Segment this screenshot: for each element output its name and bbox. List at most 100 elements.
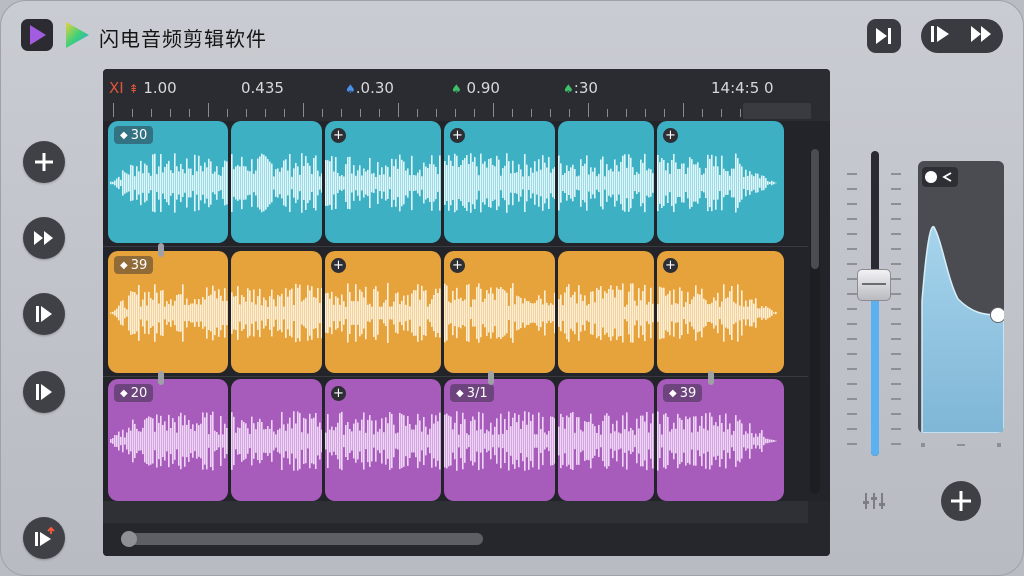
vertical-scrollbar[interactable]: [810, 149, 820, 494]
horizontal-scrollbar[interactable]: [121, 531, 483, 547]
fader-scale-mark: [847, 173, 857, 175]
fader-scale-mark: [891, 188, 901, 190]
audio-clip[interactable]: ◆ 3/1: [444, 379, 555, 501]
ruler-tick: [550, 109, 551, 117]
audio-clip[interactable]: ◆ 39: [657, 379, 784, 501]
record-play-button[interactable]: [23, 517, 65, 559]
audio-clip[interactable]: ◆ 30: [108, 121, 228, 243]
volume-fader-handle[interactable]: [857, 269, 891, 301]
waveform: [558, 153, 654, 213]
audio-clip[interactable]: [558, 379, 654, 501]
ruler-tick: [474, 109, 475, 117]
diamond-icon: ◆: [456, 387, 464, 399]
skip-to-end-icon: [876, 28, 891, 44]
play-pause-button[interactable]: [930, 25, 952, 47]
plus-icon[interactable]: +: [331, 386, 346, 401]
audio-clip[interactable]: +: [325, 121, 441, 243]
clip-connector[interactable]: [708, 371, 714, 385]
add-effect-button[interactable]: [941, 481, 981, 521]
fast-forward-side-button[interactable]: [23, 217, 65, 259]
plus-icon[interactable]: +: [331, 258, 346, 273]
fader-scale-mark: [891, 233, 901, 235]
ruler-tick: [208, 103, 209, 117]
diamond-icon: ◆: [120, 129, 128, 141]
add-track-button[interactable]: [23, 141, 65, 183]
clip-badge-text: 39: [679, 385, 697, 401]
audio-clip[interactable]: +: [444, 121, 555, 243]
ruler-label-1: XI ⇞ 1.00: [109, 79, 177, 97]
bottom-strip: [103, 501, 808, 523]
app-title: 闪电音频剪辑软件: [99, 27, 267, 51]
plus-icon[interactable]: +: [450, 128, 465, 143]
fader-scale-mark: [847, 263, 857, 265]
plus-icon[interactable]: +: [663, 258, 678, 273]
ruler-tick: [379, 109, 380, 117]
ruler-tick: [189, 109, 190, 117]
audio-clip[interactable]: [231, 379, 322, 501]
audio-clip[interactable]: [558, 121, 654, 243]
plus-icon[interactable]: +: [663, 128, 678, 143]
envelope-curve: [921, 226, 1004, 433]
audio-clip[interactable]: ◆ 20: [108, 379, 228, 501]
ruler-tick: [683, 103, 684, 117]
fast-forward-button[interactable]: [970, 25, 994, 47]
ruler-tick: [493, 103, 494, 117]
track-area[interactable]: ◆ 30 + + + ◆ 39 + + + ◆ 20 + ◆ 3/1 ◆ 39: [103, 121, 830, 505]
mixer-icon[interactable]: [863, 491, 885, 511]
ruler-tick: [569, 109, 570, 117]
play-logo-icon: [21, 19, 53, 51]
envelope-handle[interactable]: [990, 307, 1004, 323]
audio-clip[interactable]: [231, 121, 322, 243]
audio-clip[interactable]: [231, 251, 322, 373]
fader-scale-mark: [891, 203, 901, 205]
fader-scale-mark: [847, 443, 857, 445]
fader-scale-mark: [847, 353, 857, 355]
ruler-tick: [360, 109, 361, 117]
ruler-label-4: ♠ 0.90: [451, 79, 500, 97]
play-pause-side-button[interactable]: [23, 293, 65, 335]
vertical-scroll-thumb[interactable]: [811, 149, 819, 269]
clip-badge: ◆ 30: [114, 126, 154, 144]
audio-clip[interactable]: [558, 251, 654, 373]
ruler-tick: [284, 109, 285, 117]
fader-scale-mark: [847, 398, 857, 400]
plus-icon[interactable]: +: [331, 128, 346, 143]
fader-scale-mark: [891, 398, 901, 400]
volume-fader-track[interactable]: [871, 151, 879, 456]
fader-scale-mark: [847, 338, 857, 340]
clip-connector[interactable]: [488, 371, 494, 385]
clip-badge: ◆ 20: [114, 384, 154, 402]
timeline-panel: XI ⇞ 1.00 0.435 ♠.0.30 ♠ 0.90 ♠:30 14:4:…: [103, 69, 830, 556]
audio-clip[interactable]: ◆ 39: [108, 251, 228, 373]
volume-fader-fill: [871, 288, 879, 456]
skip-to-end-button[interactable]: [867, 19, 901, 53]
audio-clip[interactable]: +: [444, 251, 555, 373]
audio-clip[interactable]: +: [657, 121, 784, 243]
clip-connector[interactable]: [158, 371, 164, 385]
ruler-tick: [303, 103, 304, 117]
clip-badge: ◆ 3/1: [450, 384, 494, 402]
fader-scale-mark: [891, 353, 901, 355]
fast-forward-icon: [34, 231, 53, 245]
ruler-tick: [702, 109, 703, 117]
plus-icon[interactable]: +: [450, 258, 465, 273]
ruler-tick: [607, 109, 608, 117]
diamond-icon: ◆: [669, 387, 677, 399]
transport-pill: [921, 19, 1003, 53]
time-ruler[interactable]: XI ⇞ 1.00 0.435 ♠.0.30 ♠ 0.90 ♠:30 14:4:…: [103, 69, 830, 121]
fader-scale-mark: [847, 278, 857, 280]
ruler-label-6: 14:4:5 0: [711, 79, 774, 97]
ruler-tick: [151, 109, 152, 117]
horizontal-scroll-thumb[interactable]: [121, 531, 137, 547]
audio-clip[interactable]: +: [325, 251, 441, 373]
ruler-tick: [436, 109, 437, 117]
envelope-panel[interactable]: [918, 161, 1004, 433]
play-pause-side-button-2[interactable]: [23, 371, 65, 413]
clip-connector[interactable]: [158, 243, 164, 257]
fader-scale-mark: [891, 368, 901, 370]
audio-clip[interactable]: +: [325, 379, 441, 501]
fader-scale-mark: [891, 293, 901, 295]
waveform: [231, 411, 322, 471]
audio-clip[interactable]: +: [657, 251, 784, 373]
ruler-tick: [455, 109, 456, 117]
